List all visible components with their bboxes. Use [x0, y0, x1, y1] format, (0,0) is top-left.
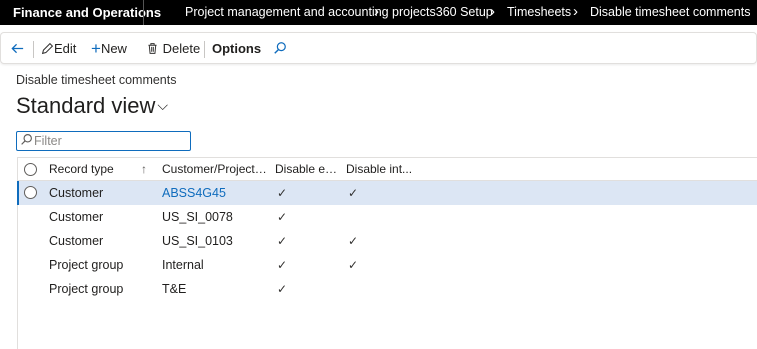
- check-icon[interactable]: ✓: [348, 181, 358, 205]
- check-icon[interactable]: ✓: [277, 253, 287, 277]
- chevron-down-icon: ⌵: [157, 97, 169, 113]
- view-selector[interactable]: Standard view ⌵: [16, 93, 168, 119]
- chevron-right-icon: ›: [490, 3, 495, 20]
- check-icon[interactable]: ✓: [277, 277, 287, 301]
- table-row[interactable]: Project group Internal ✓ ✓: [18, 253, 757, 277]
- edit-button[interactable]: Edit: [41, 33, 76, 65]
- search-icon: [21, 134, 32, 145]
- view-name: Standard view: [16, 93, 156, 118]
- breadcrumb-item-setup[interactable]: projects360 Setup: [392, 0, 493, 25]
- records-grid: Record type ↑ Customer/Project g... Disa…: [17, 157, 757, 349]
- edit-label: Edit: [54, 41, 77, 56]
- cell-group: US_SI_0078: [162, 210, 233, 224]
- action-separator: [204, 41, 205, 58]
- back-arrow-icon: [11, 43, 24, 54]
- table-row[interactable]: Customer ABSS4G45 ✓ ✓: [17, 181, 757, 205]
- back-button[interactable]: [10, 33, 25, 65]
- table-row[interactable]: Customer US_SI_0103 ✓ ✓: [18, 229, 757, 253]
- cell-group: US_SI_0103: [162, 234, 233, 248]
- cell-record-type: Project group: [49, 258, 124, 272]
- cell-record-type: Project group: [49, 282, 124, 296]
- select-all-radio[interactable]: [24, 163, 37, 176]
- nav-divider: [143, 0, 144, 25]
- app-name[interactable]: Finance and Operations: [13, 0, 161, 25]
- search-button[interactable]: [273, 33, 287, 65]
- action-separator: [33, 41, 34, 58]
- plus-icon: +: [91, 39, 101, 58]
- filter-box[interactable]: [16, 131, 191, 151]
- pencil-icon: [41, 42, 54, 55]
- column-header-record-type[interactable]: Record type: [49, 158, 139, 181]
- new-button[interactable]: +New: [91, 33, 127, 65]
- filter-input[interactable]: [34, 133, 184, 149]
- chevron-right-icon: ›: [374, 3, 379, 20]
- column-header-disable-external[interactable]: Disable ext...: [275, 158, 342, 181]
- grid-header: Record type ↑ Customer/Project g... Disa…: [18, 157, 757, 181]
- breadcrumb-item-module[interactable]: Project management and accounting: [185, 0, 389, 25]
- delete-label: Delete: [162, 41, 201, 56]
- cell-record-type: Customer: [49, 234, 104, 248]
- table-row[interactable]: Project group T&E ✓: [18, 277, 757, 301]
- check-icon[interactable]: ✓: [277, 229, 287, 253]
- delete-button[interactable]: Delete: [146, 33, 200, 65]
- action-pane: Edit +New Delete Options: [0, 32, 757, 64]
- check-icon[interactable]: ✓: [277, 205, 287, 229]
- cell-group: T&E: [162, 282, 187, 296]
- page-caption: Disable timesheet comments: [16, 73, 177, 87]
- row-select-radio[interactable]: [24, 186, 37, 199]
- new-label: New: [100, 41, 127, 56]
- cell-group: Internal: [162, 258, 204, 272]
- check-icon[interactable]: ✓: [348, 253, 358, 277]
- sort-ascending-icon[interactable]: ↑: [141, 158, 147, 181]
- breadcrumb-item-timesheets[interactable]: Timesheets: [507, 0, 571, 25]
- top-nav-bar: Finance and Operations Project managemen…: [0, 0, 757, 25]
- breadcrumb-item-current: Disable timesheet comments: [590, 5, 751, 19]
- cell-record-type: Customer: [49, 210, 104, 224]
- chevron-right-icon: ›: [573, 3, 578, 20]
- options-tab[interactable]: Options: [212, 33, 261, 65]
- cell-group-link[interactable]: ABSS4G45: [162, 181, 226, 205]
- search-icon: [274, 42, 286, 54]
- check-icon[interactable]: ✓: [277, 181, 287, 205]
- trash-icon: [148, 43, 157, 54]
- column-header-customer-project-group[interactable]: Customer/Project g...: [162, 158, 269, 181]
- column-header-disable-internal[interactable]: Disable int...: [346, 158, 416, 181]
- table-row[interactable]: Customer US_SI_0078 ✓: [18, 205, 757, 229]
- check-icon[interactable]: ✓: [348, 229, 358, 253]
- cell-record-type: Customer: [49, 186, 104, 200]
